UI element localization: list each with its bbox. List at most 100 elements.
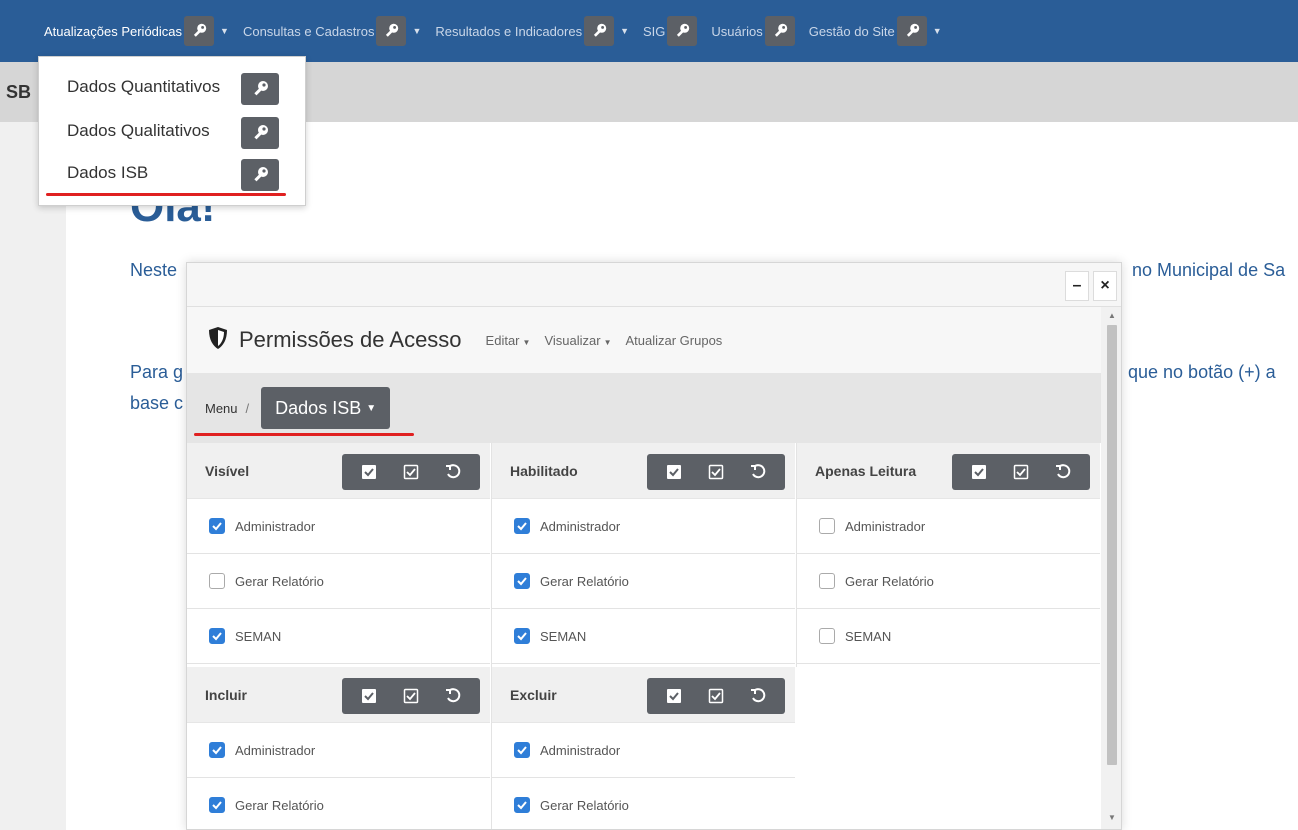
dropdown-item-label: Dados Quantitativos [67, 77, 221, 96]
scroll-down-icon[interactable]: ▼ [1107, 813, 1117, 822]
undo-icon[interactable] [747, 461, 769, 483]
chevron-down-icon[interactable]: ▼ [933, 26, 942, 36]
nav-item-label: SIG [643, 23, 666, 39]
scrollbar-thumb[interactable] [1107, 325, 1117, 765]
list-item[interactable]: Gerar Relatório [492, 778, 795, 829]
highlight-underline [194, 433, 414, 436]
checkbox-unchecked[interactable] [819, 628, 835, 644]
check-square-icon[interactable] [705, 685, 727, 707]
row-label: Gerar Relatório [235, 797, 324, 813]
menu-atualizar-grupos[interactable]: Atualizar Grupos [625, 333, 722, 348]
checkbox-checked[interactable] [514, 573, 530, 589]
list-item[interactable]: Administrador [492, 499, 795, 554]
permissions-grid: Visível Administrador Gerar Relatório SE… [187, 443, 1101, 829]
row-label: SEMAN [845, 628, 892, 644]
modal-scrollbar[interactable]: ▲ ▼ [1101, 307, 1121, 829]
key-icon[interactable] [584, 16, 615, 46]
scroll-up-icon[interactable]: ▲ [1107, 311, 1117, 320]
undo-icon[interactable] [442, 685, 464, 707]
select-all-icon[interactable] [358, 685, 380, 707]
list-item[interactable]: Administrador [797, 499, 1100, 554]
menu-visualizar-label: Visualizar [544, 332, 601, 348]
checkbox-checked[interactable] [514, 518, 530, 534]
chevron-down-icon[interactable]: ▼ [220, 26, 229, 36]
checkbox-unchecked[interactable] [819, 518, 835, 534]
list-item[interactable]: Gerar Relatório [187, 554, 490, 609]
panel-toolbar [342, 454, 480, 490]
panel-header: Apenas Leitura [797, 443, 1100, 499]
list-item[interactable]: Gerar Relatório [492, 554, 795, 609]
minimize-button[interactable]: – [1065, 271, 1089, 301]
instructions-text-left: Para g [130, 362, 184, 382]
chevron-down-icon[interactable]: ▼ [620, 26, 629, 36]
panel-title: Excluir [510, 686, 557, 703]
breadcrumb-separator: / [245, 400, 250, 416]
checkbox-unchecked[interactable] [209, 573, 225, 589]
select-all-icon[interactable] [968, 461, 990, 483]
checkbox-checked[interactable] [209, 797, 225, 813]
breadcrumb-current-dropdown[interactable]: Dados ISB ▼ [261, 387, 391, 429]
nav-item-resultados[interactable]: Resultados e Indicadores ▼ [435, 16, 629, 46]
check-square-icon[interactable] [400, 461, 422, 483]
list-item[interactable]: Administrador [187, 723, 490, 778]
panel-toolbar [647, 454, 785, 490]
list-item[interactable]: Gerar Relatório [797, 554, 1100, 609]
list-item[interactable]: SEMAN [797, 609, 1100, 664]
panel-incluir: Incluir Administrador Gerar Relatório [187, 667, 490, 829]
nav-item-atualizacoes[interactable]: Atualizações Periódicas ▼ [44, 16, 229, 46]
checkbox-checked[interactable] [209, 628, 225, 644]
key-icon[interactable] [667, 16, 698, 46]
menu-editar[interactable]: Editar ▼ [486, 333, 531, 348]
dropdown-item-dados-qualitativos[interactable]: Dados Qualitativos [67, 121, 210, 141]
checkbox-checked[interactable] [514, 628, 530, 644]
breadcrumb-root[interactable]: Menu [205, 401, 238, 416]
check-square-icon[interactable] [400, 685, 422, 707]
chevron-down-icon[interactable]: ▼ [412, 26, 421, 36]
key-icon[interactable] [184, 16, 215, 46]
checkbox-unchecked[interactable] [819, 573, 835, 589]
menu-visualizar[interactable]: Visualizar ▼ [544, 333, 611, 348]
check-square-icon[interactable] [1010, 461, 1032, 483]
nav-item-usuarios[interactable]: Usuários [711, 16, 795, 46]
undo-icon[interactable] [747, 685, 769, 707]
checkbox-checked[interactable] [209, 518, 225, 534]
row-label: Gerar Relatório [235, 573, 324, 589]
undo-icon[interactable] [442, 461, 464, 483]
menu-editar-label: Editar [485, 332, 520, 348]
nav-item-label: Usuários [711, 23, 763, 39]
list-item[interactable]: Gerar Relatório [187, 778, 490, 829]
select-all-icon[interactable] [663, 685, 685, 707]
row-label: Administrador [845, 518, 926, 534]
key-icon[interactable] [241, 159, 279, 191]
check-square-icon[interactable] [705, 461, 727, 483]
undo-icon[interactable] [1052, 461, 1074, 483]
row-label: Gerar Relatório [540, 573, 629, 589]
nav-item-consultas[interactable]: Consultas e Cadastros ▼ [243, 16, 421, 46]
key-icon[interactable] [896, 16, 927, 46]
row-label: Administrador [235, 742, 316, 758]
atualizacoes-dropdown-menu: Dados Quantitativos Dados Qualitativos D… [38, 56, 306, 206]
dropdown-item-label: Dados ISB [67, 163, 149, 182]
list-item[interactable]: SEMAN [187, 609, 490, 664]
list-item[interactable]: SEMAN [492, 609, 795, 664]
key-icon[interactable] [764, 16, 795, 46]
nav-item-label: Atualizações Periódicas [44, 23, 183, 39]
dropdown-item-dados-isb[interactable]: Dados ISB [67, 163, 148, 183]
nav-item-gestao[interactable]: Gestão do Site ▼ [809, 16, 942, 46]
select-all-icon[interactable] [663, 461, 685, 483]
list-item[interactable]: Administrador [187, 499, 490, 554]
nav-item-sig[interactable]: SIG [643, 16, 698, 46]
checkbox-checked[interactable] [209, 742, 225, 758]
checkbox-checked[interactable] [514, 742, 530, 758]
shield-icon [207, 326, 229, 355]
select-all-icon[interactable] [358, 461, 380, 483]
checkbox-checked[interactable] [514, 797, 530, 813]
instructions-text-right: que no botão (+) a [1128, 362, 1276, 382]
list-item[interactable]: Administrador [492, 723, 795, 778]
key-icon[interactable] [376, 16, 407, 46]
panel-header: Excluir [492, 667, 795, 723]
close-button[interactable]: × [1093, 271, 1117, 301]
dropdown-item-dados-quantitativos[interactable]: Dados Quantitativos [67, 77, 220, 97]
key-icon[interactable] [241, 73, 279, 105]
key-icon[interactable] [241, 117, 279, 149]
